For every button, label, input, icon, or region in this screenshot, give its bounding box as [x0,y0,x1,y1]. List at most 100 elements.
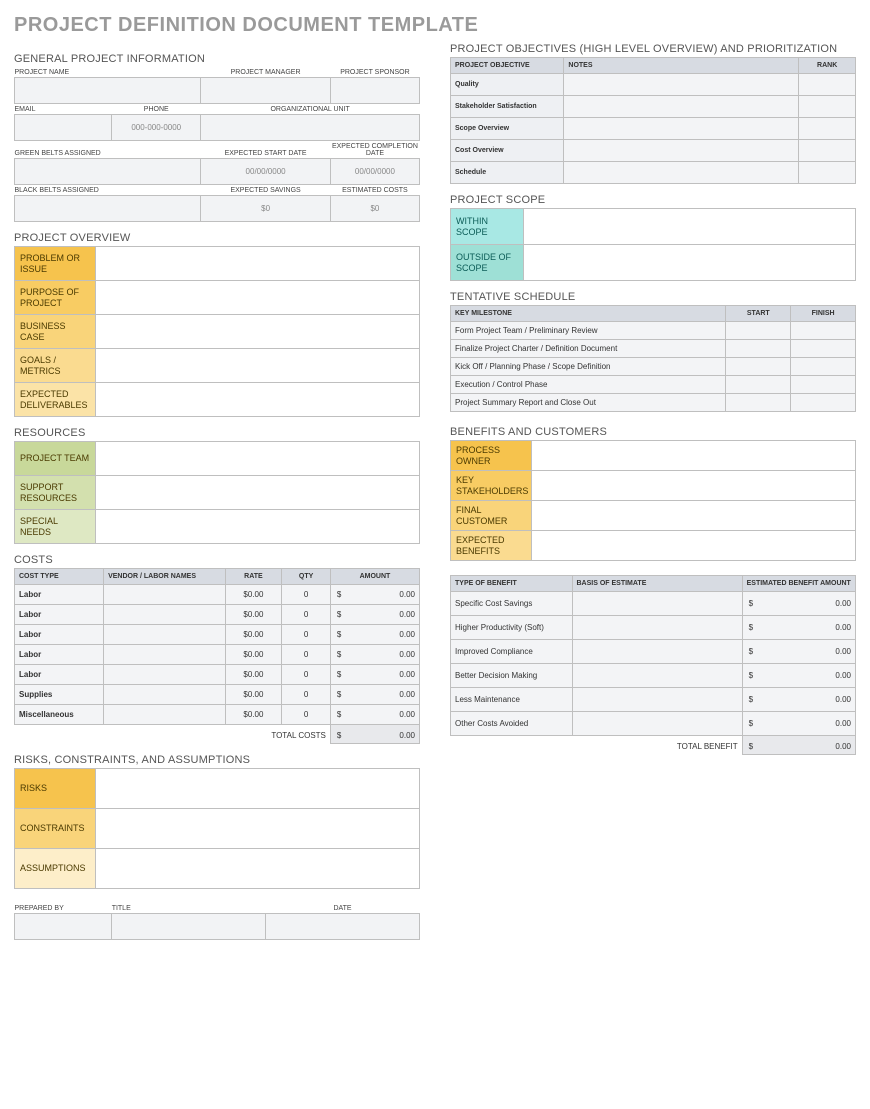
obj-h-objective: PROJECT OBJECTIVE [451,58,564,74]
obj-notes[interactable] [564,118,799,140]
sched-finish[interactable] [791,394,856,412]
sched-milestone: Form Project Team / Preliminary Review [451,322,726,340]
cost-qty[interactable]: 0 [282,625,331,645]
cost-type: Labor [15,585,104,605]
section-benefits: BENEFITS AND CUSTOMERS [450,426,856,438]
section-general: GENERAL PROJECT INFORMATION [14,53,420,65]
res-special-val[interactable] [96,510,420,544]
scope-outside-val[interactable] [523,245,855,281]
field-est-costs[interactable]: $0 [330,196,419,222]
constraints-val[interactable] [96,809,420,849]
risks-row: RISKS [15,769,96,809]
obj-notes[interactable] [564,140,799,162]
overview-problem-val[interactable] [96,247,420,281]
left-column: GENERAL PROJECT INFORMATION PROJECT NAME… [14,43,420,940]
cost-type: Miscellaneous [15,705,104,725]
ben-expected-val[interactable] [532,531,856,561]
field-green-belts[interactable] [15,159,201,185]
obj-rank[interactable] [799,96,856,118]
sched-finish[interactable] [791,322,856,340]
res-support-val[interactable] [96,476,420,510]
sched-finish[interactable] [791,358,856,376]
label-prepared-by: PREPARED BY [15,903,112,914]
scope-table: WITHIN SCOPE OUTSIDE OF SCOPE [450,208,856,281]
section-objectives: PROJECT OBJECTIVES (HIGH LEVEL OVERVIEW)… [450,43,856,55]
ben-basis[interactable] [572,616,742,640]
obj-notes[interactable] [564,96,799,118]
sched-start[interactable] [726,340,791,358]
cost-vendor[interactable] [104,665,226,685]
field-exp-savings[interactable]: $0 [201,196,331,222]
sched-start[interactable] [726,376,791,394]
overview-deliverables-val[interactable] [96,383,420,417]
field-project-manager[interactable] [201,78,331,104]
field-black-belts[interactable] [15,196,201,222]
sched-finish[interactable] [791,340,856,358]
sched-finish[interactable] [791,376,856,394]
cost-vendor[interactable] [104,705,226,725]
sched-start[interactable] [726,322,791,340]
ben-owner-val[interactable] [532,441,856,471]
cost-qty[interactable]: 0 [282,605,331,625]
obj-h-rank: RANK [799,58,856,74]
cost-rate[interactable]: $0.00 [225,585,282,605]
scope-within-val[interactable] [523,209,855,245]
obj-notes[interactable] [564,74,799,96]
cost-vendor[interactable] [104,645,226,665]
ben-customer-val[interactable] [532,501,856,531]
cost-qty[interactable]: 0 [282,585,331,605]
cost-vendor[interactable] [104,585,226,605]
cost-qty[interactable]: 0 [282,645,331,665]
sched-start[interactable] [726,358,791,376]
cost-rate[interactable]: $0.00 [225,625,282,645]
obj-notes[interactable] [564,162,799,184]
field-project-name[interactable] [15,78,201,104]
ben-total: $0.00 [742,736,855,755]
cost-qty[interactable]: 0 [282,685,331,705]
ben-basis[interactable] [572,664,742,688]
ben-basis[interactable] [572,640,742,664]
cost-vendor[interactable] [104,625,226,645]
sched-milestone: Kick Off / Planning Phase / Scope Defini… [451,358,726,376]
sched-start[interactable] [726,394,791,412]
cost-qty[interactable]: 0 [282,705,331,725]
overview-business-val[interactable] [96,315,420,349]
cost-vendor[interactable] [104,605,226,625]
res-team-val[interactable] [96,442,420,476]
risks-val[interactable] [96,769,420,809]
scope-outside: OUTSIDE OF SCOPE [451,245,524,281]
obj-rank[interactable] [799,118,856,140]
cost-rate[interactable]: $0.00 [225,685,282,705]
cost-qty[interactable]: 0 [282,665,331,685]
cost-amt: $0.00 [330,605,419,625]
ben-stake-val[interactable] [532,471,856,501]
field-project-sponsor[interactable] [330,78,419,104]
field-exp-start[interactable]: 00/00/0000 [201,159,331,185]
ben-basis[interactable] [572,592,742,616]
field-title[interactable] [112,914,266,940]
ben-basis[interactable] [572,712,742,736]
ben-amt: $0.00 [742,664,855,688]
cost-rate[interactable]: $0.00 [225,665,282,685]
section-resources: RESOURCES [14,427,420,439]
obj-rank[interactable] [799,140,856,162]
ben-basis[interactable] [572,688,742,712]
cost-vendor[interactable] [104,685,226,705]
field-date[interactable] [266,914,420,940]
overview-purpose: PURPOSE OF PROJECT [15,281,96,315]
benefits-top-table: PROCESS OWNER KEY STAKEHOLDERS FINAL CUS… [450,440,856,561]
overview-purpose-val[interactable] [96,281,420,315]
assumptions-val[interactable] [96,849,420,889]
obj-rank[interactable] [799,162,856,184]
cost-rate[interactable]: $0.00 [225,705,282,725]
field-email[interactable] [15,115,112,141]
cost-rate[interactable]: $0.00 [225,605,282,625]
benefits-table: TYPE OF BENEFIT BASIS OF ESTIMATE ESTIMA… [450,575,856,755]
cost-rate[interactable]: $0.00 [225,645,282,665]
field-prepared-by[interactable] [15,914,112,940]
field-org-unit[interactable] [201,115,420,141]
obj-rank[interactable] [799,74,856,96]
overview-goals-val[interactable] [96,349,420,383]
field-phone[interactable]: 000-000-0000 [112,115,201,141]
field-exp-end[interactable]: 00/00/0000 [330,159,419,185]
